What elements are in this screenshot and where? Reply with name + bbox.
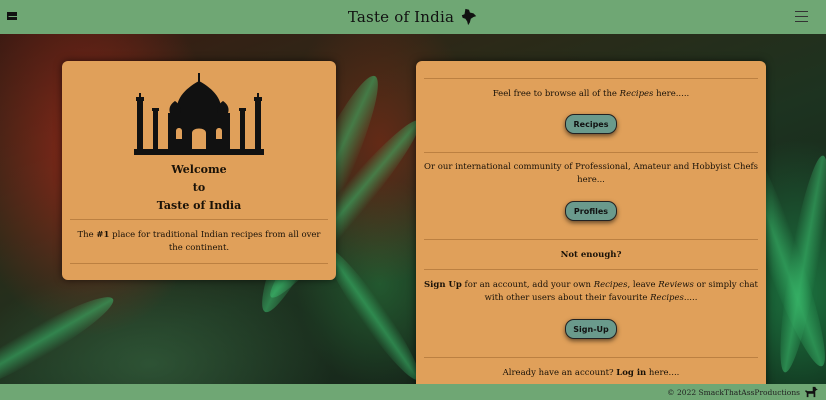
welcome-card: Welcome to Taste of India The #1 place f… xyxy=(62,61,336,280)
india-map-icon xyxy=(461,8,477,26)
divider xyxy=(424,78,758,79)
signup-button[interactable]: Sign-Up xyxy=(565,319,617,339)
mail-icon[interactable] xyxy=(7,12,17,20)
browse-text: Feel free to browse all of the Recipes h… xyxy=(492,89,690,99)
navbar: Taste of India xyxy=(0,0,826,34)
menu-icon[interactable] xyxy=(795,11,808,22)
divider xyxy=(424,239,758,240)
welcome-heading: Welcome to Taste of India xyxy=(62,161,336,215)
copyright-text: © 2022 SmackThatAssProductions xyxy=(667,387,800,397)
login-link[interactable]: Log in xyxy=(616,368,646,378)
login-text: Already have an account? Log in here.... xyxy=(502,368,680,378)
community-text: Or our international community of Profes… xyxy=(424,162,758,185)
footer: © 2022 SmackThatAssProductions xyxy=(0,384,826,400)
divider xyxy=(70,219,328,220)
profiles-button[interactable]: Profiles xyxy=(565,201,617,221)
dog-icon xyxy=(805,386,818,398)
divider xyxy=(424,269,758,270)
recipes-button[interactable]: Recipes xyxy=(565,114,617,134)
divider xyxy=(424,357,758,358)
welcome-line: Taste of India xyxy=(156,199,242,212)
divider xyxy=(70,263,328,264)
intro-text: The #1 place for traditional Indian reci… xyxy=(77,230,321,253)
site-title[interactable]: Taste of India xyxy=(348,8,454,26)
taj-mahal-icon xyxy=(134,73,264,155)
welcome-line: Welcome xyxy=(171,163,227,176)
actions-card: Feel free to browse all of the Recipes h… xyxy=(416,61,766,391)
divider xyxy=(424,152,758,153)
signup-text: Sign Up for an account, add your own Rec… xyxy=(424,280,758,303)
welcome-line: to xyxy=(192,181,206,194)
not-enough-text: Not enough? xyxy=(560,250,622,260)
